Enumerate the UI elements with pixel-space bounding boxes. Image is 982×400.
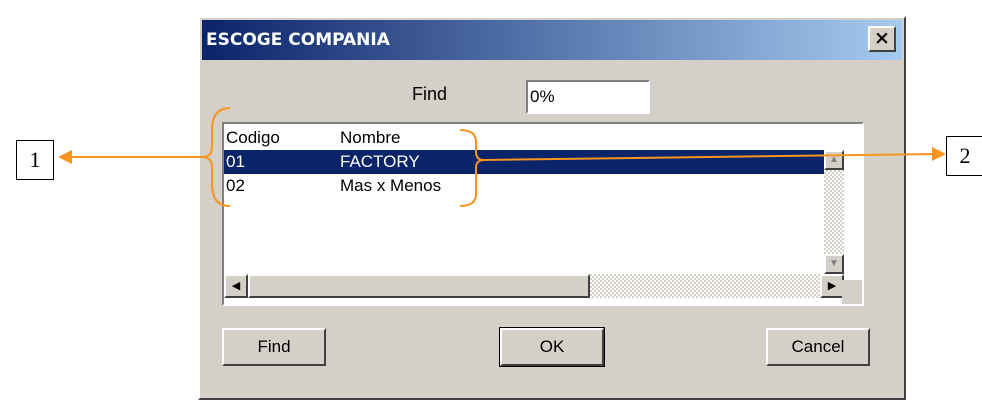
callout-2: 2: [946, 136, 982, 176]
callout-1: 1: [16, 140, 54, 180]
arrow-2-line: [483, 153, 937, 161]
arrow-2-head: [932, 147, 946, 161]
bracket-2: [459, 129, 485, 207]
arrow-1-head: [58, 150, 72, 164]
annotation-overlay: [58, 107, 946, 207]
bracket-1: [201, 107, 231, 207]
